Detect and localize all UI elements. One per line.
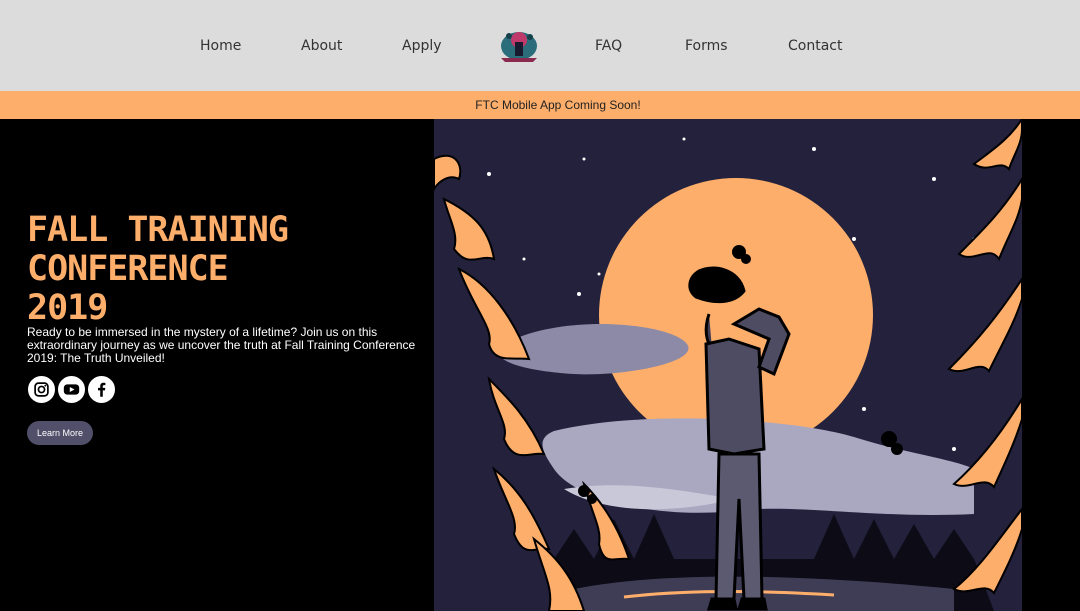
youtube-icon[interactable]	[58, 376, 85, 403]
instagram-icon[interactable]	[28, 376, 55, 403]
hero-section: FALL TRAINING CONFERENCE 2019 Ready to b…	[0, 119, 1080, 611]
hero-text-panel: FALL TRAINING CONFERENCE 2019 Ready to b…	[0, 119, 434, 611]
hero-description: Ready to be immersed in the mystery of a…	[27, 325, 416, 365]
top-navigation: Home About Apply FAQ Forms Contact	[0, 0, 1080, 91]
facebook-icon[interactable]	[88, 376, 115, 403]
ftc-logo-icon[interactable]	[497, 24, 541, 64]
hero-title-line1: FALL TRAINING	[27, 210, 289, 250]
hero-title-line2: CONFERENCE	[27, 249, 229, 289]
banner-text: FTC Mobile App Coming Soon!	[475, 98, 641, 112]
hero-title-line3: 2019	[27, 288, 108, 328]
learn-more-button[interactable]: Learn More	[27, 421, 93, 445]
hero-title: FALL TRAINING CONFERENCE 2019	[27, 211, 427, 328]
hero-illustration	[434, 119, 1080, 611]
nav-home-link[interactable]: Home	[200, 37, 241, 55]
nav-contact-link[interactable]: Contact	[788, 37, 842, 55]
nav-about-link[interactable]: About	[301, 37, 342, 55]
announcement-banner: FTC Mobile App Coming Soon!	[0, 91, 1080, 119]
nav-apply-link[interactable]: Apply	[402, 37, 442, 55]
nav-faq-link[interactable]: FAQ	[595, 37, 622, 55]
nav-forms-link[interactable]: Forms	[685, 37, 728, 55]
